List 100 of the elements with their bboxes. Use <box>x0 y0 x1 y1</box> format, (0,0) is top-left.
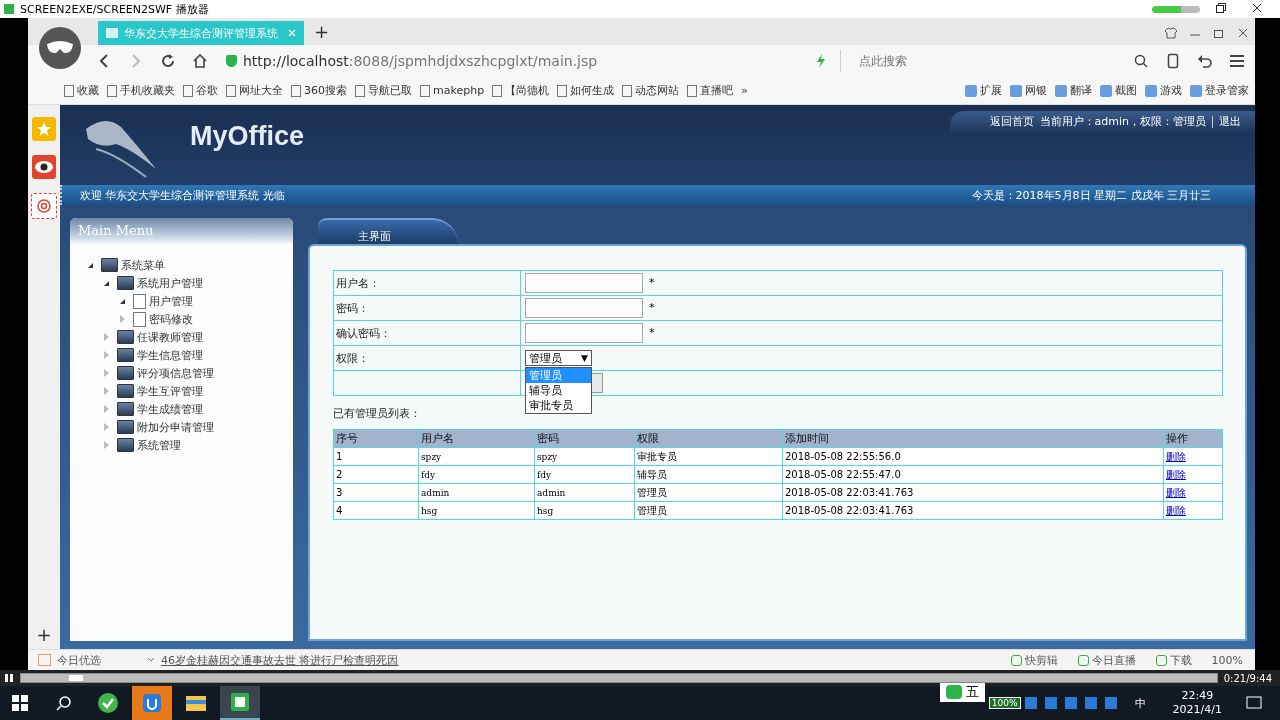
date-text: 今天是：2018年5月8日 星期二 戊戌年 三月廿三 <box>971 187 1211 203</box>
tree-item[interactable]: 附加分申请管理 <box>137 419 214 435</box>
column-header: 权限 <box>634 429 783 448</box>
table-cell: 管理员 <box>637 504 667 516</box>
table-cell: 审批专员 <box>637 450 677 462</box>
page-icon <box>226 84 236 97</box>
field-label: 密码： <box>333 295 521 321</box>
player-app-icon[interactable] <box>220 686 260 720</box>
tool-icon <box>1190 84 1202 97</box>
tool-icon <box>1010 84 1022 97</box>
toolbar-button[interactable]: 登录管家 <box>1190 83 1249 98</box>
field-label: 权限： <box>333 345 521 371</box>
table-cell: spzy <box>421 451 442 462</box>
menu-title: Main Menu <box>70 218 293 244</box>
clock-time[interactable]: 22:49 <box>1181 689 1214 703</box>
tree-item[interactable]: 学生互评管理 <box>137 383 203 399</box>
page-icon <box>622 84 633 97</box>
bookmark-link[interactable]: makephp <box>420 84 485 97</box>
input-field[interactable] <box>525 298 643 318</box>
page-icon <box>420 84 430 97</box>
tree-item[interactable]: 评分项信息管理 <box>137 365 214 381</box>
lightning-icon <box>816 54 826 68</box>
window-title: SCREEN2EXE/SCREEN2SWF 播放器 <box>20 1 209 17</box>
tree-item[interactable]: 任课教师管理 <box>137 329 203 345</box>
ime-mode[interactable]: 五 <box>965 683 979 701</box>
news-link[interactable]: 46岁金桂赫因交通事故去世 将进行尸检查明死因 <box>161 652 399 668</box>
table-cell: 辅导员 <box>637 468 667 480</box>
gift-icon <box>38 654 51 666</box>
bookmark-link[interactable]: 网址大全 <box>226 83 283 98</box>
column-header: 添加时间 <box>782 429 1164 448</box>
toolbar-button[interactable]: 截图 <box>1100 83 1137 98</box>
input-field[interactable] <box>525 323 643 343</box>
new-tab-button[interactable]: + <box>304 21 340 45</box>
bookmark-link[interactable]: 如何生成 <box>557 83 615 98</box>
status-label[interactable]: 今日优选 <box>57 652 101 668</box>
tree-item[interactable]: 密码修改 <box>149 311 193 327</box>
tree-item[interactable]: 系统管理 <box>137 437 181 453</box>
page-icon <box>687 84 698 97</box>
page-icon <box>183 84 193 97</box>
table-cell: hsg <box>421 505 438 516</box>
eye-icon[interactable] <box>32 155 56 179</box>
status-button[interactable]: 快剪辑 <box>1010 652 1058 668</box>
table-cell: 2018-05-08 22:03:41.763 <box>785 505 914 516</box>
input-field[interactable] <box>525 273 643 293</box>
table-cell: 2 <box>336 469 343 480</box>
chevron-icon[interactable] <box>147 657 155 663</box>
header-link[interactable]: 返回首页 <box>989 114 1034 129</box>
tree-item[interactable]: 学生成绩管理 <box>137 401 203 417</box>
toolbar-button[interactable]: 翻译 <box>1055 83 1092 98</box>
add-button[interactable]: + <box>36 624 52 645</box>
clock-date[interactable]: 2021/4/1 <box>1172 703 1222 717</box>
tool-icon <box>1100 84 1112 97</box>
address-field[interactable]: http://localhost:8088/jspmhdjdxszhcpglxt/main.jsp <box>220 50 832 72</box>
expander-icon[interactable] <box>120 298 125 304</box>
column-header: 操作 <box>1163 429 1223 448</box>
bookmark-link[interactable]: 收藏 <box>64 83 99 98</box>
table-cell: hsg <box>537 505 554 516</box>
bookmark-link[interactable]: 手机收藏夹 <box>107 83 175 98</box>
tree-item[interactable]: 系统用户管理 <box>137 275 203 291</box>
bookmark-link[interactable]: 谷歌 <box>183 83 218 98</box>
header-link[interactable]: 退出 <box>1219 114 1241 129</box>
user-info: 当前用户：admin，权限：管理员 <box>1039 114 1206 129</box>
expander-icon[interactable] <box>88 262 93 268</box>
table-cell: 2018-05-08 22:55:56.0 <box>785 451 901 462</box>
tree-item[interactable]: 学生信息管理 <box>137 347 203 363</box>
tray-icons[interactable] <box>1024 697 1117 709</box>
ime-language[interactable]: 中 <box>1120 686 1161 720</box>
dropdown-option[interactable]: 辅导员 <box>526 383 591 398</box>
more-button[interactable]: » <box>741 84 748 97</box>
column-header: 序号 <box>333 429 419 448</box>
bookmark-link[interactable]: 360搜索 <box>291 83 347 98</box>
toolbar-button[interactable]: 网银 <box>1010 83 1047 98</box>
app-icon <box>4 4 14 14</box>
main-tab[interactable]: 主界面 <box>318 218 458 244</box>
page-icon <box>291 84 301 97</box>
status-button[interactable]: 今日直播 <box>1077 652 1136 668</box>
toolbar-button[interactable]: 游戏 <box>1145 83 1182 98</box>
progress-track[interactable] <box>20 673 1218 683</box>
required-mark: * <box>649 326 655 339</box>
list-title: 已有管理员列表： <box>333 406 422 421</box>
bookmark-link[interactable]: 直播吧 <box>687 83 734 98</box>
search-field[interactable]: 点此搜索 <box>840 50 1121 72</box>
bookmark-link[interactable]: 动态网站 <box>622 83 680 98</box>
bookmark-link[interactable]: 导航已取 <box>355 83 412 98</box>
dropdown-option[interactable]: 审批专员 <box>526 398 591 413</box>
toolbar-button[interactable]: 扩展 <box>965 83 1002 98</box>
tree-item[interactable]: 用户管理 <box>149 293 193 309</box>
tool-icon <box>965 84 977 97</box>
tree-item[interactable]: 系统菜单 <box>121 257 165 273</box>
battery-indicator[interactable]: 100% <box>988 697 1021 709</box>
table-cell: 1 <box>336 451 343 462</box>
progress-thumb[interactable] <box>68 675 83 681</box>
page-icon <box>107 84 117 97</box>
role-dropdown[interactable]: 管理员 ▼ <box>525 350 592 366</box>
zoom-level[interactable]: 100% <box>1211 653 1243 667</box>
bookmark-link[interactable]: 【尚德机 <box>492 83 550 98</box>
folder-icon <box>117 330 134 344</box>
expander-icon[interactable] <box>104 280 109 286</box>
status-button[interactable]: 下载 <box>1155 652 1192 668</box>
pause-icon[interactable] <box>4 673 14 683</box>
